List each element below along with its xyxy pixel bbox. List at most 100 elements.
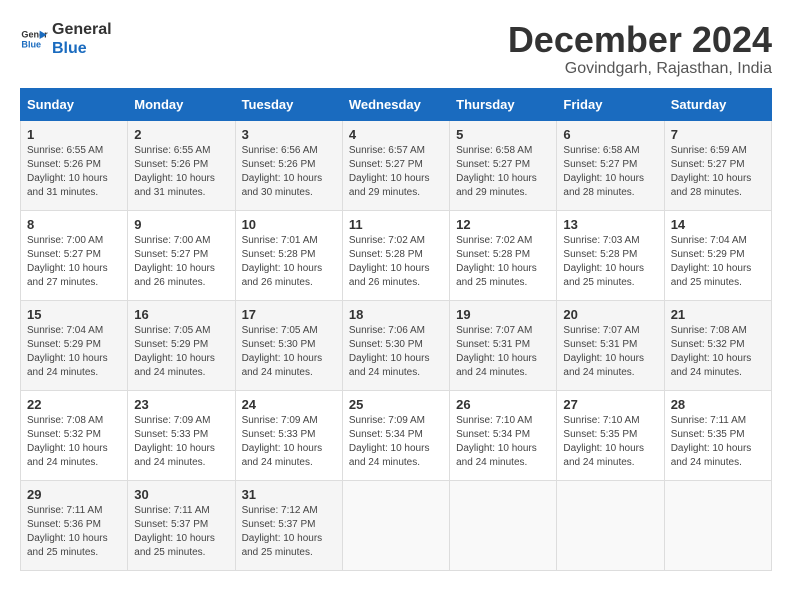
logo-text: General Blue	[52, 20, 112, 58]
day-number: 12	[456, 217, 550, 232]
day-info: Sunrise: 7:00 AMSunset: 5:27 PMDaylight:…	[134, 234, 228, 290]
logo: General Blue General Blue	[20, 20, 112, 58]
day-info: Sunrise: 7:12 AMSunset: 5:37 PMDaylight:…	[242, 504, 336, 560]
header-friday: Friday	[557, 88, 664, 120]
day-number: 8	[27, 217, 121, 232]
day-number: 1	[27, 127, 121, 142]
day-info: Sunrise: 7:11 AMSunset: 5:37 PMDaylight:…	[134, 504, 228, 560]
day-info: Sunrise: 7:06 AMSunset: 5:30 PMDaylight:…	[349, 324, 443, 380]
cell-week4-day1: 23 Sunrise: 7:09 AMSunset: 5:33 PMDaylig…	[128, 390, 235, 480]
cell-week1-day6: 7 Sunrise: 6:59 AMSunset: 5:27 PMDayligh…	[664, 120, 771, 210]
day-info: Sunrise: 7:08 AMSunset: 5:32 PMDaylight:…	[671, 324, 765, 380]
cell-week5-day4	[450, 480, 557, 570]
cell-week5-day2: 31 Sunrise: 7:12 AMSunset: 5:37 PMDaylig…	[235, 480, 342, 570]
day-info: Sunrise: 7:09 AMSunset: 5:33 PMDaylight:…	[242, 414, 336, 470]
day-info: Sunrise: 6:58 AMSunset: 5:27 PMDaylight:…	[456, 144, 550, 200]
day-info: Sunrise: 6:55 AMSunset: 5:26 PMDaylight:…	[27, 144, 121, 200]
week-row-2: 8 Sunrise: 7:00 AMSunset: 5:27 PMDayligh…	[21, 210, 772, 300]
day-info: Sunrise: 7:00 AMSunset: 5:27 PMDaylight:…	[27, 234, 121, 290]
header-wednesday: Wednesday	[342, 88, 449, 120]
title-block: December 2024 Govindgarh, Rajasthan, Ind…	[508, 20, 772, 78]
day-number: 19	[456, 307, 550, 322]
day-info: Sunrise: 7:08 AMSunset: 5:32 PMDaylight:…	[27, 414, 121, 470]
day-number: 22	[27, 397, 121, 412]
day-number: 26	[456, 397, 550, 412]
cell-week5-day0: 29 Sunrise: 7:11 AMSunset: 5:36 PMDaylig…	[21, 480, 128, 570]
logo-icon: General Blue	[20, 25, 48, 53]
day-number: 10	[242, 217, 336, 232]
day-info: Sunrise: 7:09 AMSunset: 5:33 PMDaylight:…	[134, 414, 228, 470]
cell-week2-day3: 11 Sunrise: 7:02 AMSunset: 5:28 PMDaylig…	[342, 210, 449, 300]
week-row-1: 1 Sunrise: 6:55 AMSunset: 5:26 PMDayligh…	[21, 120, 772, 210]
day-info: Sunrise: 7:03 AMSunset: 5:28 PMDaylight:…	[563, 234, 657, 290]
cell-week3-day2: 17 Sunrise: 7:05 AMSunset: 5:30 PMDaylig…	[235, 300, 342, 390]
day-number: 25	[349, 397, 443, 412]
day-number: 21	[671, 307, 765, 322]
cell-week4-day2: 24 Sunrise: 7:09 AMSunset: 5:33 PMDaylig…	[235, 390, 342, 480]
day-info: Sunrise: 7:05 AMSunset: 5:29 PMDaylight:…	[134, 324, 228, 380]
day-info: Sunrise: 7:07 AMSunset: 5:31 PMDaylight:…	[563, 324, 657, 380]
day-number: 27	[563, 397, 657, 412]
day-number: 5	[456, 127, 550, 142]
day-info: Sunrise: 7:04 AMSunset: 5:29 PMDaylight:…	[671, 234, 765, 290]
day-info: Sunrise: 7:05 AMSunset: 5:30 PMDaylight:…	[242, 324, 336, 380]
cell-week3-day6: 21 Sunrise: 7:08 AMSunset: 5:32 PMDaylig…	[664, 300, 771, 390]
day-number: 13	[563, 217, 657, 232]
cell-week1-day3: 4 Sunrise: 6:57 AMSunset: 5:27 PMDayligh…	[342, 120, 449, 210]
calendar-table: Sunday Monday Tuesday Wednesday Thursday…	[20, 88, 772, 571]
day-number: 28	[671, 397, 765, 412]
day-number: 30	[134, 487, 228, 502]
day-info: Sunrise: 7:02 AMSunset: 5:28 PMDaylight:…	[456, 234, 550, 290]
cell-week4-day5: 27 Sunrise: 7:10 AMSunset: 5:35 PMDaylig…	[557, 390, 664, 480]
day-info: Sunrise: 6:58 AMSunset: 5:27 PMDaylight:…	[563, 144, 657, 200]
day-number: 7	[671, 127, 765, 142]
cell-week4-day4: 26 Sunrise: 7:10 AMSunset: 5:34 PMDaylig…	[450, 390, 557, 480]
day-info: Sunrise: 7:10 AMSunset: 5:35 PMDaylight:…	[563, 414, 657, 470]
day-number: 20	[563, 307, 657, 322]
day-info: Sunrise: 7:11 AMSunset: 5:36 PMDaylight:…	[27, 504, 121, 560]
day-info: Sunrise: 7:10 AMSunset: 5:34 PMDaylight:…	[456, 414, 550, 470]
cell-week5-day3	[342, 480, 449, 570]
day-number: 2	[134, 127, 228, 142]
day-number: 14	[671, 217, 765, 232]
header-tuesday: Tuesday	[235, 88, 342, 120]
day-info: Sunrise: 6:55 AMSunset: 5:26 PMDaylight:…	[134, 144, 228, 200]
cell-week2-day0: 8 Sunrise: 7:00 AMSunset: 5:27 PMDayligh…	[21, 210, 128, 300]
day-info: Sunrise: 6:59 AMSunset: 5:27 PMDaylight:…	[671, 144, 765, 200]
cell-week3-day0: 15 Sunrise: 7:04 AMSunset: 5:29 PMDaylig…	[21, 300, 128, 390]
cell-week1-day1: 2 Sunrise: 6:55 AMSunset: 5:26 PMDayligh…	[128, 120, 235, 210]
cell-week5-day5	[557, 480, 664, 570]
cell-week2-day5: 13 Sunrise: 7:03 AMSunset: 5:28 PMDaylig…	[557, 210, 664, 300]
cell-week2-day1: 9 Sunrise: 7:00 AMSunset: 5:27 PMDayligh…	[128, 210, 235, 300]
day-number: 15	[27, 307, 121, 322]
header-thursday: Thursday	[450, 88, 557, 120]
cell-week2-day4: 12 Sunrise: 7:02 AMSunset: 5:28 PMDaylig…	[450, 210, 557, 300]
header-sunday: Sunday	[21, 88, 128, 120]
day-info: Sunrise: 7:11 AMSunset: 5:35 PMDaylight:…	[671, 414, 765, 470]
day-number: 3	[242, 127, 336, 142]
day-info: Sunrise: 7:09 AMSunset: 5:34 PMDaylight:…	[349, 414, 443, 470]
location: Govindgarh, Rajasthan, India	[508, 60, 772, 78]
day-number: 9	[134, 217, 228, 232]
week-row-3: 15 Sunrise: 7:04 AMSunset: 5:29 PMDaylig…	[21, 300, 772, 390]
day-number: 24	[242, 397, 336, 412]
day-number: 29	[27, 487, 121, 502]
header-monday: Monday	[128, 88, 235, 120]
month-title: December 2024	[508, 20, 772, 60]
day-number: 18	[349, 307, 443, 322]
svg-text:Blue: Blue	[21, 40, 41, 50]
day-info: Sunrise: 6:56 AMSunset: 5:26 PMDaylight:…	[242, 144, 336, 200]
day-number: 11	[349, 217, 443, 232]
page-header: General Blue General Blue December 2024 …	[20, 20, 772, 78]
cell-week1-day5: 6 Sunrise: 6:58 AMSunset: 5:27 PMDayligh…	[557, 120, 664, 210]
week-row-4: 22 Sunrise: 7:08 AMSunset: 5:32 PMDaylig…	[21, 390, 772, 480]
cell-week5-day6	[664, 480, 771, 570]
day-number: 4	[349, 127, 443, 142]
day-info: Sunrise: 6:57 AMSunset: 5:27 PMDaylight:…	[349, 144, 443, 200]
day-number: 23	[134, 397, 228, 412]
cell-week5-day1: 30 Sunrise: 7:11 AMSunset: 5:37 PMDaylig…	[128, 480, 235, 570]
cell-week4-day0: 22 Sunrise: 7:08 AMSunset: 5:32 PMDaylig…	[21, 390, 128, 480]
day-number: 31	[242, 487, 336, 502]
day-info: Sunrise: 7:04 AMSunset: 5:29 PMDaylight:…	[27, 324, 121, 380]
day-info: Sunrise: 7:02 AMSunset: 5:28 PMDaylight:…	[349, 234, 443, 290]
